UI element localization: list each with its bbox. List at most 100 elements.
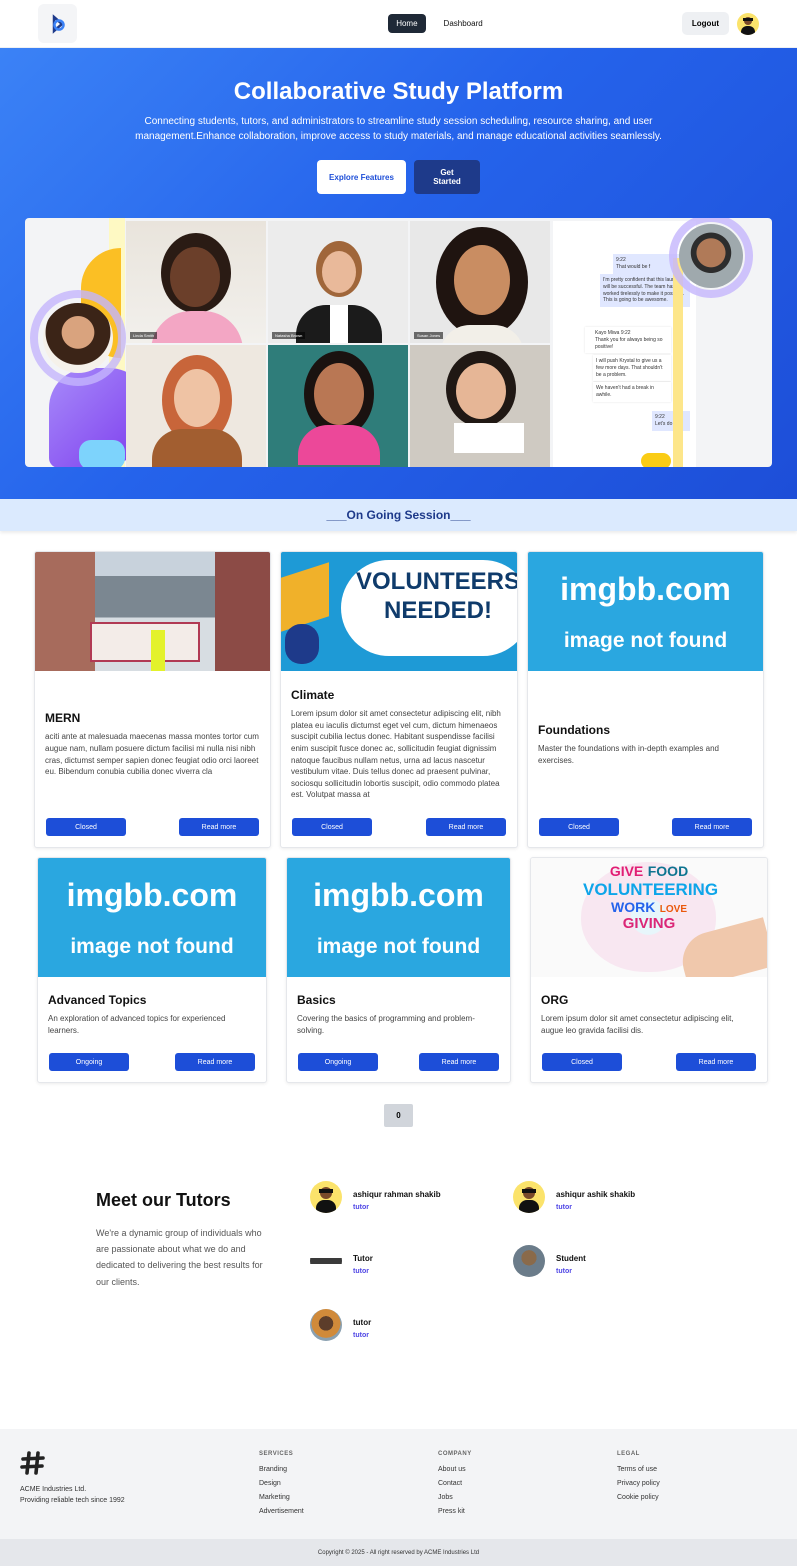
- session-card: GIVE FOOD VOLUNTEERING WORK LOVE GIVING …: [530, 857, 768, 1083]
- image-text: WORK: [610, 898, 656, 915]
- footer-column-company: COMPANY About us Contact Jobs Press kit: [438, 1449, 617, 1519]
- get-started-button[interactable]: Get Started: [414, 160, 480, 194]
- footer-link[interactable]: Marketing: [259, 1494, 438, 1501]
- nav-right: Logout: [681, 12, 759, 35]
- card-title: Climate: [291, 688, 335, 703]
- session-cards-row: MERN aciti ante at malesuada maecenas ma…: [0, 531, 797, 848]
- hashtag-logo-icon: [20, 1451, 45, 1475]
- tutor-name: Student: [556, 1254, 586, 1263]
- tutor-item: tutor tutor: [310, 1309, 513, 1382]
- tutors-description: We're a dynamic group of individuals who…: [96, 1228, 263, 1287]
- read-more-button[interactable]: Read more: [179, 818, 259, 836]
- read-more-button[interactable]: Read more: [419, 1053, 499, 1071]
- chat-sender: Kayo Miwa: [595, 330, 620, 336]
- footer-link[interactable]: Press kit: [438, 1508, 617, 1515]
- card-image: [35, 552, 270, 671]
- video-tile: Susan Jones: [410, 221, 550, 343]
- session-card: imgbb.com image not found Basics Coverin…: [286, 857, 511, 1083]
- read-more-button[interactable]: Read more: [175, 1053, 255, 1071]
- pagination: 0: [0, 1104, 797, 1127]
- placeholder-text: image not found: [316, 934, 481, 958]
- card-description: Lorem ipsum dolor sit amet consectetur a…: [291, 709, 501, 800]
- status-button[interactable]: Closed: [539, 818, 619, 836]
- hero-section: Collaborative Study Platform Connecting …: [0, 48, 797, 499]
- company-tagline: Providing reliable tech since 1992: [20, 1496, 125, 1504]
- copyright-text: Copyright © 2025 - All right reserved by…: [317, 1549, 480, 1556]
- session-card: imgbb.com image not found Foundations Ma…: [527, 551, 764, 848]
- session-card: VOLUNTEERS NEEDED! Climate Lorem ipsum d…: [280, 551, 518, 848]
- card-image: imgbb.com image not found: [38, 858, 266, 977]
- session-card: MERN aciti ante at malesuada maecenas ma…: [34, 551, 271, 848]
- chat-time: 9:22: [616, 257, 626, 263]
- video-tile: Natasha Brown: [268, 221, 408, 343]
- tutor-role: tutor: [353, 1204, 369, 1211]
- read-more-button[interactable]: Read more: [426, 818, 506, 836]
- hero-subtitle: Connecting students, tutors, and adminis…: [135, 116, 662, 142]
- chat-bubble: We haven't had a break in awhile.: [593, 382, 671, 402]
- image-placeholder: imgbb.com image not found: [38, 858, 266, 977]
- ongoing-session-bar: ___On Going Session___: [0, 499, 797, 531]
- navbar: Home Dashboard Logout: [0, 0, 797, 48]
- status-button[interactable]: Closed: [46, 818, 126, 836]
- session-card: imgbb.com image not found Advanced Topic…: [37, 857, 267, 1083]
- footer-link[interactable]: Branding: [259, 1466, 438, 1473]
- card-image: GIVE FOOD VOLUNTEERING WORK LOVE GIVING: [531, 858, 767, 977]
- card-title: ORG: [541, 993, 569, 1008]
- footer-link[interactable]: Advertisement: [259, 1508, 438, 1515]
- status-button[interactable]: Closed: [292, 818, 372, 836]
- tile-name: Linda Smith: [130, 332, 158, 339]
- chat-bubble: I will push Krystal to give us a few mor…: [593, 355, 671, 382]
- footer-link[interactable]: Privacy policy: [617, 1480, 767, 1487]
- participant-face: [43, 303, 113, 373]
- logout-button[interactable]: Logout: [681, 12, 729, 35]
- explore-features-button[interactable]: Explore Features: [317, 160, 406, 194]
- tutors-heading: Meet our Tutors: [96, 1190, 231, 1210]
- session-cards-row: imgbb.com image not found Advanced Topic…: [0, 848, 797, 1083]
- video-tile: [268, 345, 408, 467]
- footer-column-title: COMPANY: [438, 1451, 472, 1457]
- image-placeholder: imgbb.com image not found: [287, 858, 510, 977]
- image-caption: VOLUNTEERS NEEDED!: [353, 568, 517, 626]
- tutor-item: ashiqur rahman shakib tutor: [310, 1181, 513, 1254]
- read-more-button[interactable]: Read more: [676, 1053, 756, 1071]
- nav-dashboard-link[interactable]: Dashboard: [436, 14, 491, 33]
- status-button[interactable]: Closed: [542, 1053, 622, 1071]
- tutor-role: tutor: [556, 1268, 572, 1275]
- footer-link[interactable]: About us: [438, 1466, 617, 1473]
- card-title: Advanced Topics: [48, 993, 147, 1008]
- tutor-item: Student tutor: [513, 1245, 663, 1318]
- card-image: imgbb.com image not found: [528, 552, 763, 671]
- logo-icon[interactable]: [38, 4, 77, 43]
- tutor-list: ashiqur rahman shakib tutor ashiqur ashik…: [310, 1181, 663, 1417]
- video-tile: [410, 345, 550, 467]
- footer-link[interactable]: Cookie policy: [617, 1494, 767, 1501]
- chat-time: 9:22: [620, 330, 631, 336]
- tutors-section: Meet our Tutors We're a dynamic group of…: [0, 1127, 797, 1417]
- tutor-item: Tutor tutor: [310, 1245, 513, 1318]
- status-button[interactable]: Ongoing: [298, 1053, 378, 1071]
- card-description: Master the foundations with in-depth exa…: [538, 743, 719, 765]
- chat-text: Thank you for always being so positive!: [595, 336, 663, 350]
- chat-text: That would be f: [616, 263, 651, 270]
- tutor-item: ashiqur ashik shakib tutor: [513, 1181, 663, 1254]
- footer-link[interactable]: Jobs: [438, 1494, 617, 1501]
- footer-link[interactable]: Contact: [438, 1480, 617, 1487]
- user-avatar[interactable]: [737, 12, 759, 35]
- footer-column-legal: LEGAL Terms of use Privacy policy Cookie…: [617, 1449, 767, 1519]
- image-placeholder: imgbb.com image not found: [528, 552, 763, 671]
- status-button[interactable]: Ongoing: [49, 1053, 129, 1071]
- video-tile: [126, 345, 266, 467]
- tutor-role: tutor: [353, 1268, 369, 1275]
- card-image: imgbb.com image not found: [287, 858, 510, 977]
- nav-home-link[interactable]: Home: [388, 14, 426, 33]
- footer-link[interactable]: Design: [259, 1480, 438, 1487]
- image-text: LOVE: [659, 903, 687, 915]
- card-title: MERN: [45, 711, 81, 726]
- tutor-avatar: [310, 1245, 342, 1277]
- read-more-button[interactable]: Read more: [672, 818, 752, 836]
- video-tile: Linda Smith: [126, 221, 266, 343]
- page-button[interactable]: 0: [384, 1104, 413, 1127]
- footer-link[interactable]: Terms of use: [617, 1466, 767, 1473]
- image-text: NEEDED!: [383, 596, 492, 624]
- tile-name: Natasha Brown: [272, 332, 306, 339]
